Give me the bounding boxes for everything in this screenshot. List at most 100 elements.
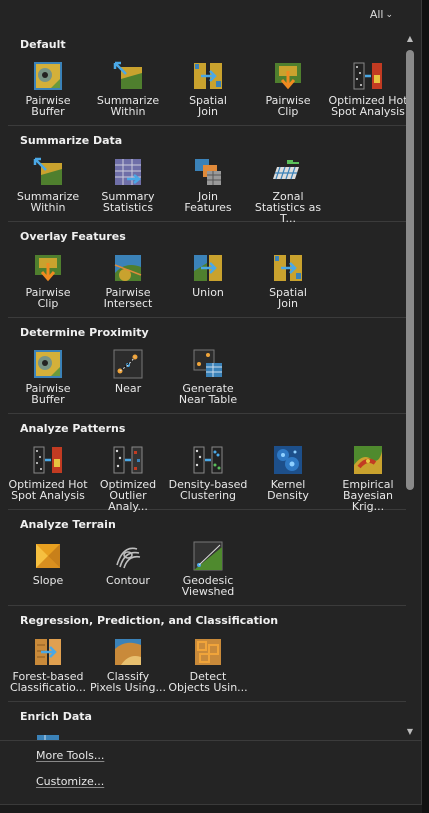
kernel-density-icon [274,446,302,474]
slope-icon [36,544,60,568]
tool-label: Spatial Join [189,95,227,117]
tool-row: Slope Contour Geodesic Viewshed [8,534,406,608]
tool-label: Empirical Bayesian Krig... [342,479,394,512]
contour-icon [116,547,141,569]
tool-group-title: Default [20,38,66,51]
tool-label: Slope [32,575,64,586]
tool-row: Pairwise Buffer Summarize Within Spatial J… [8,54,406,128]
vertical-scrollbar[interactable]: ▲ ▼ [405,34,415,736]
tool-group: Overlay Features Pairwise Clip Pairwise In… [8,222,406,318]
tool-label: Classify Pixels Using... [90,671,166,693]
pairwise-buffer-icon [34,62,62,90]
tool-button[interactable]: Union [168,250,248,320]
near-table-icon [193,349,222,377]
tool-button[interactable]: Generate Near Table [168,346,248,416]
tool-button[interactable]: Spatial Join [168,58,248,128]
tool-label: Summarize Within [96,95,160,117]
tool-label: Optimized Outlier Analy... [99,479,157,512]
tool-button[interactable]: Summarize Within [88,58,168,128]
tool-label: Optimized Hot Spot Analysis [328,95,406,117]
forest-classification-icon [35,639,61,665]
tool-button[interactable]: Contour [88,538,168,608]
tool-label: Union [192,287,224,298]
tool-group: Enrich Data [8,702,406,740]
filter-dropdown[interactable]: All ⌄ [370,8,393,21]
tool-button[interactable] [8,730,88,740]
tool-button[interactable]: Slope [8,538,88,608]
more-tools-link[interactable]: More Tools... [0,743,421,769]
tool-button[interactable]: Kernel Density [248,442,328,512]
detect-objects-icon [195,639,221,665]
tool-button[interactable]: Summarize Within [8,154,88,224]
tool-group-title: Analyze Terrain [20,518,116,531]
tool-label: Pairwise Clip [25,287,71,309]
zonal-statistics-icon [273,160,299,180]
tool-group: Analyze Terrain Slope Contour Geodesic View… [8,510,406,606]
join-features-icon [195,159,221,185]
tool-row: Forest-based Classificatio... Classify Pi… [8,630,406,704]
tool-label: Contour [106,575,150,586]
tool-button[interactable]: Zonal Statistics as T... [248,154,328,224]
tool-label: Pairwise Clip [265,95,311,117]
tool-group-title: Overlay Features [20,230,126,243]
tool-label: Optimized Hot Spot Analysis [8,479,88,501]
classify-pixels-icon [115,639,141,665]
tool-button[interactable]: Density-based Clustering [168,442,248,512]
scrollbar-thumb[interactable] [406,50,414,490]
tool-button[interactable]: Summary Statistics [88,154,168,224]
gallery-footer: More Tools... Customize... [0,740,421,795]
tool-group: Default Pairwise Buffer Summarize Within Sp… [8,30,406,126]
tool-group: Regression, Prediction, and Classificati… [8,606,406,702]
tool-label: Summarize Within [16,191,80,213]
tool-button[interactable]: Detect Objects Usin... [168,634,248,704]
pairwise-clip-icon [275,63,301,90]
tool-group: Analyze Patterns Optimized Hot Spot Analy… [8,414,406,512]
tool-button[interactable]: Pairwise Buffer [8,346,88,416]
tool-button[interactable]: Pairwise Clip [248,58,328,128]
tool-button[interactable]: Spatial Join [248,250,328,320]
tool-button[interactable]: Geodesic Viewshed [168,538,248,608]
gallery-header: All ⌄ [0,0,421,30]
tool-button[interactable]: Optimized Hot Spot Analysis [328,58,406,128]
tool-row [8,726,406,740]
scroll-up-icon[interactable]: ▲ [405,34,415,43]
tool-button[interactable]: Classify Pixels Using... [88,634,168,704]
tool-button[interactable]: Optimized Outlier Analy... [88,442,168,512]
tool-button[interactable]: Optimized Hot Spot Analysis [8,442,88,512]
tool-label: Kernel Density [267,479,309,501]
tool-button[interactable]: Pairwise Buffer [8,58,88,128]
tool-group: Summarize Data Summarize Within Summary St… [8,126,406,224]
hot-spot-icon [33,446,62,474]
tool-button[interactable]: Pairwise Intersect [88,250,168,320]
union-icon [194,255,222,281]
tool-label: Join Features [184,191,232,213]
tool-button[interactable]: Empirical Bayesian Krig... [328,442,406,512]
tool-button[interactable]: Pairwise Clip [8,250,88,320]
pairwise-intersect-icon [114,255,142,281]
tool-row: Optimized Hot Spot Analysis Optimized Out… [8,438,406,512]
tool-label: Detect Objects Usin... [168,671,248,693]
tool-label: Zonal Statistics as T... [254,191,322,224]
scroll-down-icon[interactable]: ▼ [405,727,415,736]
hot-spot-icon [353,62,382,90]
background-app-strip [422,0,429,813]
tool-button[interactable]: Forest-based Classificatio... [8,634,88,704]
chevron-down-icon: ⌄ [385,9,393,20]
tool-label: Near [114,383,142,394]
tool-button[interactable]: Join Features [168,154,248,224]
tool-group-title: Analyze Patterns [20,422,126,435]
tool-label: Pairwise Buffer [25,95,71,117]
tool-group-title: Regression, Prediction, and Classificati… [20,614,279,627]
tool-gallery: Default Pairwise Buffer Summarize Within Sp… [8,30,406,740]
tool-label: Forest-based Classificatio... [9,671,87,693]
tool-group-title: Determine Proximity [20,326,149,339]
customize-link[interactable]: Customize... [0,769,421,795]
outlier-icon [113,446,143,474]
tool-label: Geodesic Viewshed [181,575,235,597]
tool-group-title: Summarize Data [20,134,123,147]
kriging-icon [354,446,382,474]
tool-label: Pairwise Intersect [103,287,153,309]
pairwise-buffer-icon [34,350,62,378]
tool-group: Determine Proximity Pairwise Buffer Near Ge… [8,318,406,414]
tool-button[interactable]: Near [88,346,168,416]
